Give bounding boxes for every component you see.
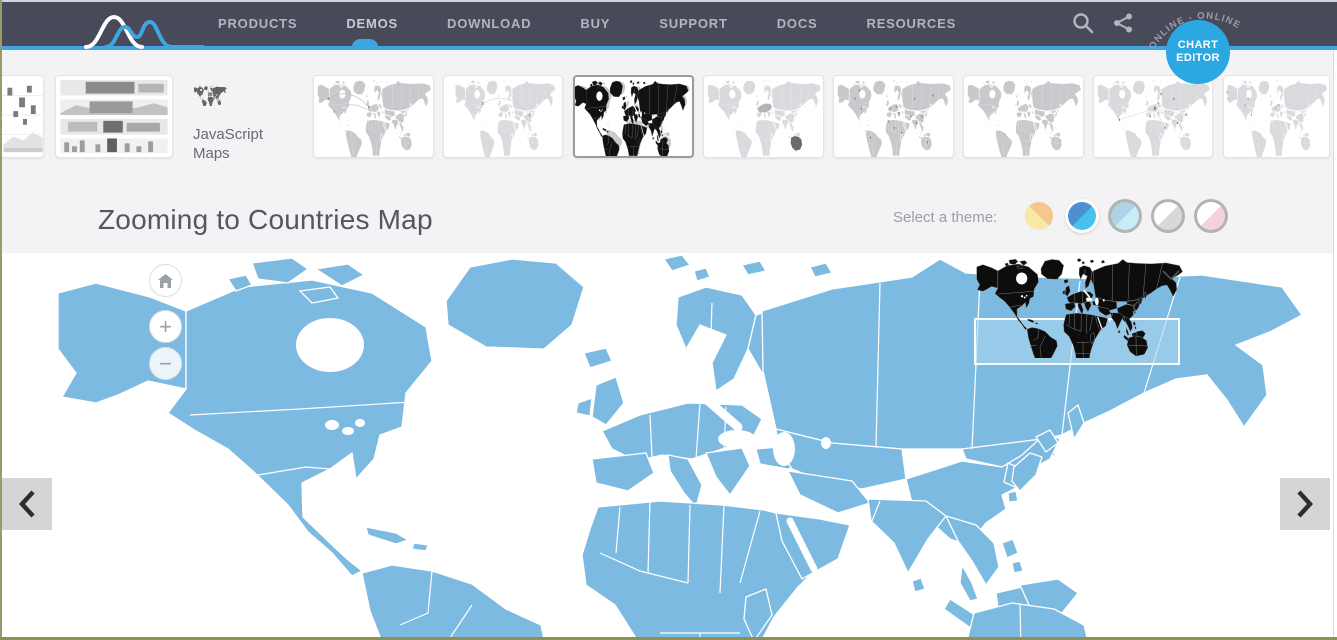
nav-icons [1072, 0, 1134, 46]
map-zoom-in-button[interactable]: + [149, 310, 182, 343]
minimap[interactable] [972, 258, 1184, 368]
home-icon [158, 273, 173, 288]
window-border [0, 0, 2, 640]
nav-menu: PRODUCTS DEMOS DOWNLOAD BUY SUPPORT DOCS… [218, 0, 956, 46]
window-border [0, 0, 1337, 2]
demo-thumbnail-australia-highlight[interactable] [703, 75, 824, 158]
nav-item-download[interactable]: DOWNLOAD [447, 16, 531, 31]
demo-thumbnail-plain-map[interactable] [963, 75, 1084, 158]
demo-thumbnail-flight-routes[interactable] [313, 75, 434, 158]
theme-swatch-light-blue[interactable] [1108, 199, 1142, 233]
demo-thumbnail-stock-chart[interactable] [0, 75, 44, 158]
minimap-collapse-chevron-icon[interactable] [1162, 270, 1180, 280]
search-icon[interactable] [1072, 12, 1094, 34]
mini-world-icon [193, 85, 227, 109]
nav-item-products[interactable]: PRODUCTS [218, 16, 297, 31]
nav-item-demos[interactable]: DEMOS [346, 16, 398, 31]
category-label: JavaScript Maps [193, 126, 264, 162]
nav-item-docs[interactable]: DOCS [777, 16, 818, 31]
demo-thumbnail-sparse-markers[interactable] [1223, 75, 1330, 158]
theme-swatch-pink[interactable] [1194, 199, 1228, 233]
demo-thumbnail-pacific-map[interactable] [443, 75, 563, 158]
chart-editor-button[interactable]: CHART EDITOR [1166, 20, 1230, 84]
carousel-next-button[interactable] [1280, 478, 1330, 530]
chevron-left-icon [19, 490, 35, 518]
demo-thumbnail-connections-map[interactable] [1093, 75, 1213, 158]
map-home-button[interactable] [149, 264, 182, 297]
demo-thumbnail-charts-collage[interactable] [55, 75, 173, 158]
demo-thumbnail-zooming-to-countries[interactable] [573, 75, 694, 158]
map-zoom-out-button[interactable]: − [149, 347, 182, 380]
chart-editor-label-line2: EDITOR [1176, 52, 1220, 64]
amcharts-demo-page: PRODUCTS DEMOS DOWNLOAD BUY SUPPORT DOCS… [0, 0, 1337, 640]
theme-swatch-orange[interactable] [1022, 199, 1056, 233]
nav-item-buy[interactable]: BUY [580, 16, 610, 31]
page-title: Zooming to Countries Map [98, 204, 433, 235]
theme-swatch-blue-selected[interactable] [1065, 199, 1099, 233]
chart-editor-label-line1: CHART [1177, 39, 1219, 51]
category-javascript-maps[interactable]: JavaScript Maps [193, 85, 293, 163]
window-border [1333, 50, 1337, 637]
amcharts-logo[interactable] [84, 10, 204, 50]
carousel-prev-button[interactable] [2, 478, 52, 530]
share-icon[interactable] [1112, 12, 1134, 34]
theme-selector-label: Select a theme: [893, 209, 998, 226]
nav-item-resources[interactable]: RESOURCES [867, 16, 957, 31]
chevron-right-icon [1297, 490, 1313, 518]
theme-swatch-gray[interactable] [1151, 199, 1185, 233]
theme-selector [1022, 199, 1228, 233]
nav-item-support[interactable]: SUPPORT [659, 16, 727, 31]
demo-thumbnail-markers-map[interactable] [833, 75, 954, 158]
